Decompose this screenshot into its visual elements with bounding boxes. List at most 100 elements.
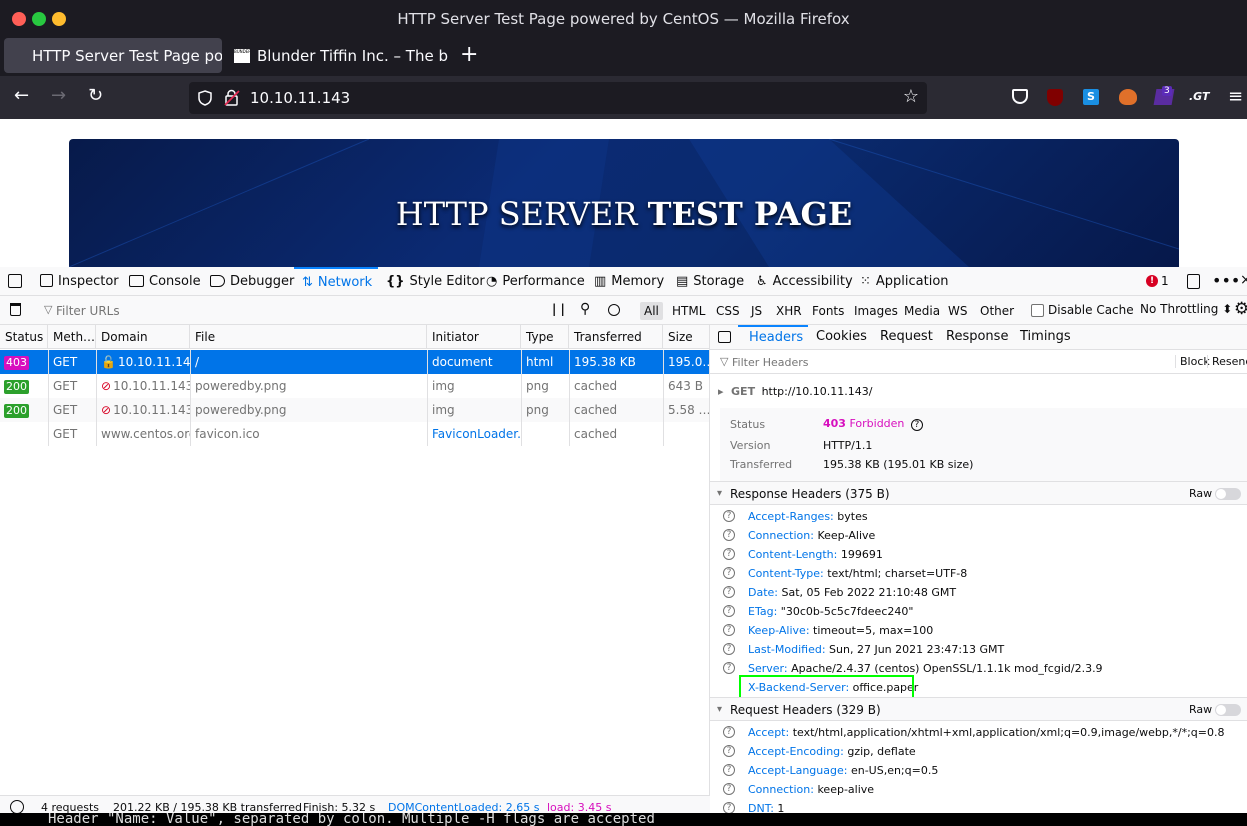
tab-blunder-tiffin[interactable]: BUNDER TIFFIN Blunder Tiffin Inc. – The …: [226, 38, 448, 73]
raw-toggle[interactable]: [1215, 488, 1241, 500]
tab-timings[interactable]: Timings: [1020, 325, 1071, 349]
forward-arrow-icon[interactable]: →: [51, 85, 66, 106]
new-tab-plus-icon[interactable]: +: [460, 42, 478, 67]
header-help-icon[interactable]: ?: [723, 662, 735, 674]
header-help-icon[interactable]: ?: [723, 624, 735, 636]
trash-icon[interactable]: [10, 303, 21, 316]
header-help-icon[interactable]: ?: [723, 586, 735, 598]
header-help-icon[interactable]: ?: [723, 643, 735, 655]
wappalyzer-icon[interactable]: .GT: [1189, 90, 1210, 103]
header-help-icon[interactable]: ?: [723, 726, 735, 738]
extension-s-icon[interactable]: S: [1083, 89, 1099, 105]
request-row[interactable]: GET www.centos.org favicon.ico FaviconLo…: [0, 422, 709, 446]
tab-style-editor[interactable]: {} Style Editor: [386, 267, 485, 296]
request-row-selected[interactable]: 403 GET 🔓10.10.11.143 / document html 19…: [0, 350, 709, 374]
tab-inspector[interactable]: Inspector: [40, 267, 119, 296]
request-headers-section[interactable]: ▾ Request Headers (329 B) Raw: [710, 697, 1247, 721]
disable-cache-label[interactable]: Disable Cache: [1048, 303, 1134, 317]
shield-icon[interactable]: [198, 90, 212, 106]
column-status[interactable]: Status: [0, 325, 48, 349]
tab-performance[interactable]: ◔ Performance: [486, 267, 585, 296]
stopwatch-icon[interactable]: [10, 800, 24, 814]
help-icon[interactable]: ?: [910, 419, 923, 431]
header-help-icon[interactable]: ?: [723, 510, 735, 522]
reload-icon[interactable]: ↻: [88, 85, 103, 106]
filter-media[interactable]: Media: [900, 302, 944, 320]
filter-xhr[interactable]: XHR: [772, 302, 806, 320]
header-help-icon[interactable]: ?: [723, 605, 735, 617]
close-devtools-icon[interactable]: ×: [1240, 272, 1247, 288]
tab-console[interactable]: Console: [129, 267, 201, 296]
raw-toggle[interactable]: [1215, 704, 1241, 716]
response-headers-section[interactable]: ▾ Response Headers (375 B) Raw: [710, 481, 1247, 505]
domain-cell: 🔓10.10.11.143: [96, 350, 190, 374]
tab-memory[interactable]: ▥ Memory: [594, 267, 664, 296]
pocket-icon[interactable]: [1012, 89, 1028, 104]
request-row[interactable]: 200 GET ⊘ 10.10.11.143 poweredby.png img …: [0, 398, 709, 422]
tab-cookies[interactable]: Cookies: [816, 325, 867, 349]
tab-headers[interactable]: Headers: [738, 325, 808, 349]
tab-storage[interactable]: ▤ Storage: [676, 267, 744, 296]
hamburger-menu-icon[interactable]: ≡: [1228, 86, 1243, 107]
header-help-icon[interactable]: ?: [723, 529, 735, 541]
network-settings-gear-icon[interactable]: ⚙: [1234, 299, 1247, 319]
error-icon[interactable]: !: [1146, 275, 1158, 287]
header-help-icon[interactable]: ?: [723, 548, 735, 560]
tab-debugger[interactable]: Debugger: [210, 267, 294, 296]
filter-headers-input[interactable]: [732, 353, 1132, 371]
filter-images[interactable]: Images: [850, 302, 902, 320]
url-text[interactable]: 10.10.11.143: [250, 89, 350, 107]
header-help-icon[interactable]: ?: [723, 783, 735, 795]
column-initiator[interactable]: Initiator: [427, 325, 521, 349]
column-file[interactable]: File: [190, 325, 427, 349]
header-help-icon[interactable]: ?: [723, 567, 735, 579]
more-options-icon[interactable]: •••: [1212, 271, 1240, 290]
ublock-origin-icon[interactable]: [1047, 89, 1063, 106]
filter-all[interactable]: All: [640, 302, 663, 320]
element-picker-icon[interactable]: [8, 274, 22, 288]
header-value: Keep-Alive: [817, 529, 876, 542]
filter-html[interactable]: HTML: [668, 302, 709, 320]
header-name: Connection:: [748, 783, 814, 796]
filter-other[interactable]: Other: [976, 302, 1018, 320]
error-count[interactable]: 1: [1161, 274, 1169, 288]
throttling-select[interactable]: No Throttling ⬍: [1140, 302, 1232, 316]
column-domain[interactable]: Domain: [96, 325, 190, 349]
column-type[interactable]: Type: [521, 325, 569, 349]
tab-accessibility[interactable]: ♿ Accessibility: [756, 267, 853, 296]
filter-ws[interactable]: WS: [944, 302, 971, 320]
bookmark-star-icon[interactable]: ☆: [903, 86, 919, 107]
url-bar[interactable]: 10.10.11.143 ☆: [189, 82, 927, 114]
block-button[interactable]: Block: [1175, 355, 1210, 368]
tab-request[interactable]: Request: [880, 325, 933, 349]
filter-css[interactable]: CSS: [712, 302, 744, 320]
filter-js[interactable]: JS: [747, 302, 766, 320]
request-row[interactable]: 200 GET ⊘ 10.10.11.143 poweredby.png img …: [0, 374, 709, 398]
initiator-cell[interactable]: FaviconLoader.…: [427, 422, 521, 446]
search-icon[interactable]: ⚲: [580, 301, 590, 317]
pause-icon[interactable]: | |: [552, 302, 565, 316]
request-line[interactable]: ▸ GET http://10.10.11.143/: [718, 382, 872, 401]
filter-fonts[interactable]: Fonts: [808, 302, 848, 320]
dock-side-icon[interactable]: [1187, 274, 1200, 289]
toggle-sidebar-icon[interactable]: [718, 331, 731, 343]
summary-box: [720, 408, 1247, 483]
resend-button[interactable]: Resend: [1207, 355, 1247, 368]
foxyproxy-icon[interactable]: [1119, 89, 1137, 105]
disable-cache-checkbox[interactable]: [1031, 304, 1044, 317]
tab-http-server-test-page[interactable]: HTTP Server Test Page po: [4, 38, 222, 73]
header-help-icon[interactable]: ?: [723, 764, 735, 776]
tab-response[interactable]: Response: [946, 325, 1008, 349]
debugger-icon: [210, 275, 225, 287]
filter-urls-input[interactable]: [56, 301, 536, 321]
column-transferred[interactable]: Transferred: [569, 325, 663, 349]
tab-application[interactable]: ⁙ Application: [860, 267, 949, 296]
column-size[interactable]: Size: [663, 325, 709, 349]
block-icon[interactable]: [608, 304, 620, 316]
devtools-toolbar: Inspector Console Debugger ⇅ Network {} St…: [0, 267, 1247, 296]
insecure-lock-icon[interactable]: [224, 89, 240, 107]
column-method[interactable]: Meth…: [48, 325, 96, 349]
back-arrow-icon[interactable]: ←: [14, 85, 29, 106]
tab-network[interactable]: ⇅ Network: [294, 267, 378, 296]
header-help-icon[interactable]: ?: [723, 745, 735, 757]
